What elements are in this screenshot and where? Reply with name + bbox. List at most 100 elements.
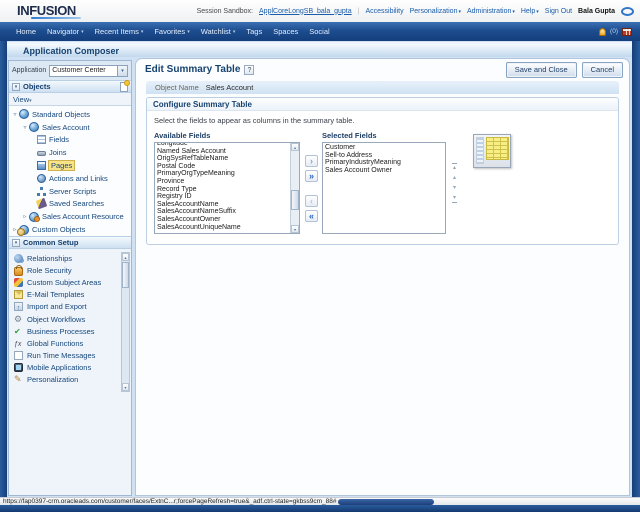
collapse-objects-icon[interactable] xyxy=(12,83,20,91)
list-item[interactable]: PrimaryOrgTypeMeaning xyxy=(157,170,288,178)
selected-fields-list[interactable]: Customer Sell-to Address PrimaryIndustry… xyxy=(322,142,446,234)
nav-navigator[interactable]: Navigator xyxy=(47,27,84,36)
tree-item-pages[interactable]: Pages xyxy=(9,159,131,172)
gear-icon xyxy=(14,315,23,324)
tree-item-joins[interactable]: Joins xyxy=(9,146,131,159)
nav-watchlist[interactable]: Watchlist xyxy=(201,27,236,36)
notifications-bell-icon[interactable] xyxy=(599,28,606,36)
common-setup-business-processes[interactable]: Business Processes xyxy=(9,325,131,337)
nav-home[interactable]: Home xyxy=(16,27,36,36)
move-to-bottom-icon[interactable] xyxy=(452,194,457,203)
list-item[interactable]: Registry ID xyxy=(157,193,288,201)
list-item[interactable]: SalesAccountOwner xyxy=(157,216,288,224)
remove-all-icon[interactable] xyxy=(305,210,318,222)
list-item[interactable]: Province xyxy=(157,178,288,186)
logged-in-user: Bala Gupta xyxy=(578,8,615,15)
nav-recent-items[interactable]: Recent Items xyxy=(95,27,144,36)
common-setup-run-time-messages[interactable]: Run Time Messages xyxy=(9,350,131,362)
list-item[interactable]: Customer xyxy=(325,144,445,152)
common-setup-import-export[interactable]: Import and Export xyxy=(9,301,131,313)
sign-out-link[interactable]: Sign Out xyxy=(545,8,572,15)
pages-icon xyxy=(37,161,46,170)
scrollbar-thumb[interactable] xyxy=(122,262,129,288)
list-item[interactable]: OrigSysRefTableName xyxy=(157,155,288,163)
available-fields-list[interactable]: Longitude Named Sales Account OrigSysRef… xyxy=(154,142,300,234)
object-resource-icon xyxy=(29,212,39,222)
expander-open-icon[interactable] xyxy=(21,124,29,131)
scroll-up-icon[interactable] xyxy=(122,253,129,261)
apps-grid-icon[interactable] xyxy=(622,28,632,36)
chevron-down-icon[interactable] xyxy=(117,66,127,76)
application-select[interactable]: Customer Center xyxy=(49,65,128,77)
expander-open-icon[interactable] xyxy=(11,111,19,118)
tree-item-fields[interactable]: Fields xyxy=(9,134,131,147)
new-object-icon[interactable] xyxy=(120,82,128,92)
tree-item-actions-and-links[interactable]: Actions and Links xyxy=(9,172,131,185)
move-selected-icon[interactable] xyxy=(305,155,318,167)
scroll-up-icon[interactable] xyxy=(291,143,299,151)
cancel-button[interactable]: Cancel xyxy=(582,62,623,78)
objects-multi-icon xyxy=(19,225,29,235)
list-item[interactable]: Named Sales Account xyxy=(157,148,288,156)
list-item[interactable]: Sales Account Owner xyxy=(325,167,445,175)
shuttle-component: Available Fields Longitude Named Sales A… xyxy=(147,131,618,234)
common-setup-mobile-applications[interactable]: Mobile Applications xyxy=(9,362,131,374)
list-scrollbar[interactable] xyxy=(290,143,299,233)
help-icon[interactable] xyxy=(244,65,254,75)
list-item[interactable]: Postal Code xyxy=(157,163,288,171)
preview-sidebar-graphic xyxy=(476,137,484,164)
common-setup-object-workflows[interactable]: Object Workflows xyxy=(9,313,131,325)
application-label: Application xyxy=(12,67,46,74)
move-all-icon[interactable] xyxy=(305,170,318,182)
list-item[interactable]: Sell-to Address xyxy=(325,152,445,160)
view-menu[interactable]: View xyxy=(9,93,131,106)
list-item[interactable]: PrimaryIndustryMeaning xyxy=(325,159,445,167)
nav-spaces[interactable]: Spaces xyxy=(273,27,298,36)
sidebar-scrollbar[interactable] xyxy=(121,252,130,392)
common-setup-relationships[interactable]: Relationships xyxy=(9,252,131,264)
scrollbar-thumb[interactable] xyxy=(291,190,299,210)
object-name-label: Object Name xyxy=(155,83,199,92)
move-to-top-icon[interactable] xyxy=(452,163,457,172)
common-setup-personalization[interactable]: Personalization xyxy=(9,374,131,386)
scroll-down-icon[interactable] xyxy=(122,383,129,391)
notification-count: (0) xyxy=(610,28,618,35)
session-sandbox-link[interactable]: ApplCoreLongSB_bala_gupta xyxy=(259,8,352,15)
nav-favorites[interactable]: Favorites xyxy=(154,27,189,36)
tree-item-server-scripts[interactable]: Server Scripts xyxy=(9,185,131,198)
common-setup-custom-subject-areas[interactable]: Custom Subject Areas xyxy=(9,276,131,288)
preview-table-graphic xyxy=(486,137,509,160)
sidebar: Application Customer Center Objects View… xyxy=(8,60,132,496)
tree-item-saved-searches[interactable]: Saved Searches xyxy=(9,198,131,211)
object-sphere-icon xyxy=(29,122,39,132)
remove-selected-icon[interactable] xyxy=(305,195,318,207)
collapse-common-setup-icon[interactable] xyxy=(12,239,20,247)
personalization-menu[interactable]: Personalization xyxy=(410,8,461,15)
accessibility-link[interactable]: Accessibility xyxy=(365,8,403,15)
common-setup-role-security[interactable]: Role Security xyxy=(9,264,131,276)
list-item[interactable]: SalesAccountName xyxy=(157,201,288,209)
shuttle-buttons xyxy=(303,155,320,225)
tree-item-custom-objects[interactable]: Custom Objects xyxy=(9,223,131,236)
tree-item-sales-account[interactable]: Sales Account xyxy=(9,121,131,134)
list-item[interactable]: SalesAccountNameSuffix xyxy=(157,208,288,216)
administration-menu[interactable]: Administration xyxy=(467,8,515,15)
tree-item-standard-objects[interactable]: Standard Objects xyxy=(9,108,131,121)
scroll-down-icon[interactable] xyxy=(291,225,299,233)
move-down-icon[interactable] xyxy=(452,184,457,192)
selected-fields-label: Selected Fields xyxy=(322,131,446,140)
nav-social[interactable]: Social xyxy=(309,27,329,36)
common-setup-global-functions[interactable]: Global Functions xyxy=(9,337,131,349)
move-up-icon[interactable] xyxy=(452,174,457,182)
save-and-close-button[interactable]: Save and Close xyxy=(506,62,577,78)
reorder-buttons xyxy=(452,163,457,203)
expander-closed-icon[interactable] xyxy=(21,213,29,220)
help-menu[interactable]: Help xyxy=(521,8,539,15)
object-sphere-icon xyxy=(19,109,29,119)
tree-item-sales-account-resource[interactable]: Sales Account Resource xyxy=(9,210,131,223)
common-setup-email-templates[interactable]: E-Mail Templates xyxy=(9,289,131,301)
nav-tags[interactable]: Tags xyxy=(246,27,262,36)
object-name-value: Sales Account xyxy=(206,83,254,92)
list-item[interactable]: SalesAccountUniqueName xyxy=(157,224,288,232)
list-item[interactable]: Record Type xyxy=(157,186,288,194)
